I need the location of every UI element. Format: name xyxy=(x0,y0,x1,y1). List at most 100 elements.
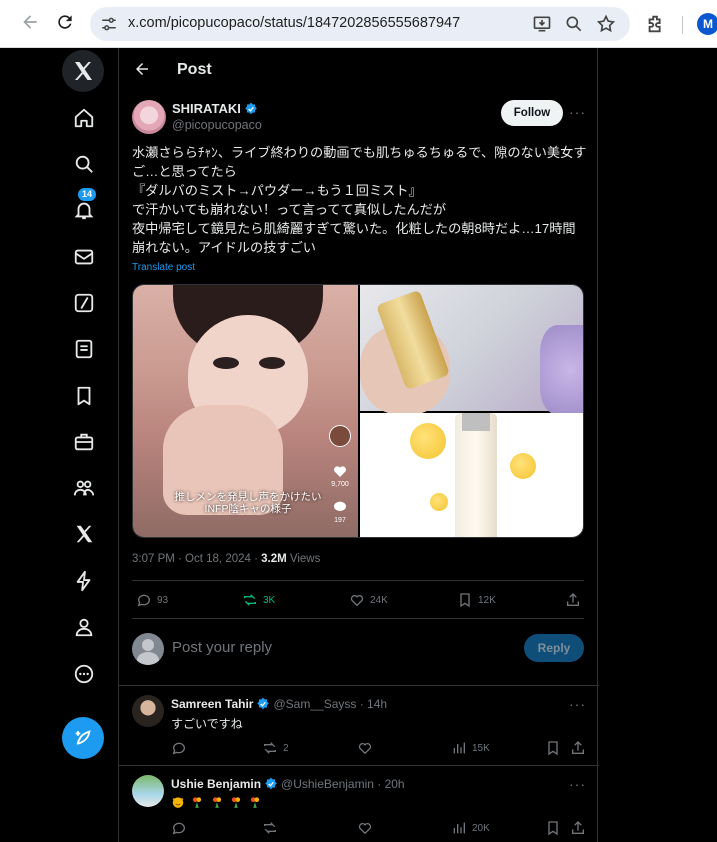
notifications-bell-icon[interactable]: 14 xyxy=(56,188,112,230)
jobs-briefcase-icon[interactable] xyxy=(56,422,112,462)
bouquet-emoji-icon xyxy=(231,797,241,808)
grok-icon[interactable] xyxy=(56,283,112,323)
heart-icon xyxy=(350,594,364,607)
back-arrow-icon[interactable] xyxy=(133,60,151,78)
x-logo-icon[interactable] xyxy=(62,50,104,92)
repost-count: 2 xyxy=(283,742,289,754)
like-action[interactable] xyxy=(357,740,373,756)
commenter-handle-time[interactable]: @Sam__Sayss · 14h xyxy=(273,697,387,711)
views-action[interactable]: 15K xyxy=(451,740,490,756)
main-column: Post SHIRATAKI @picopucopaco Follow ··· … xyxy=(118,48,599,842)
left-sidebar: 14 xyxy=(56,48,112,842)
current-user-avatar xyxy=(132,633,164,665)
media-image-serum[interactable] xyxy=(360,413,583,537)
compose-post-button[interactable] xyxy=(62,717,104,759)
back-arrow-icon[interactable] xyxy=(18,12,42,36)
reload-icon[interactable] xyxy=(53,12,77,36)
reply-button[interactable]: Reply xyxy=(524,634,584,662)
bouquet-emoji-icon xyxy=(193,797,202,808)
profile-icon[interactable] xyxy=(56,607,112,647)
media-video-thumbnail[interactable]: 推しメンを発見し声をかけたい INFP陰キャの様子 9,700 197 xyxy=(133,285,358,537)
more-dots-icon[interactable]: ··· xyxy=(569,104,586,120)
repost-icon xyxy=(264,742,276,754)
explore-search-icon[interactable] xyxy=(56,144,112,184)
more-options-icon[interactable] xyxy=(56,654,112,694)
media-heart-icon xyxy=(329,463,351,481)
commenter-handle-time[interactable]: @UshieBenjamin · 20h xyxy=(281,777,405,791)
communities-icon[interactable] xyxy=(56,468,112,508)
share-icon xyxy=(567,593,579,606)
repost-icon xyxy=(244,594,256,606)
bouquet-emoji-icon xyxy=(212,797,221,808)
verified-orgs-bolt-icon[interactable] xyxy=(56,561,112,601)
media-comment-icon xyxy=(329,499,351,517)
bookmarks-icon[interactable] xyxy=(56,376,112,416)
author-name-row[interactable]: SHIRATAKI xyxy=(172,101,258,116)
more-dots-icon[interactable]: ··· xyxy=(569,696,586,712)
feather-plus-icon xyxy=(75,730,91,745)
commenter-name-row[interactable]: Ushie Benjamin @UshieBenjamin · 20h xyxy=(171,777,405,791)
premium-x-icon[interactable] xyxy=(56,514,112,554)
share-action[interactable] xyxy=(565,592,581,608)
media-photo xyxy=(540,325,583,415)
more-dots-icon[interactable]: ··· xyxy=(569,776,586,792)
reply-input[interactable]: Post your reply xyxy=(172,639,272,656)
views-action[interactable]: 20K xyxy=(451,820,490,836)
home-icon[interactable] xyxy=(56,98,112,138)
media-image-bottle[interactable] xyxy=(360,285,583,415)
bookmark-action[interactable] xyxy=(545,740,561,756)
messages-envelope-icon[interactable] xyxy=(56,237,112,277)
profile-avatar[interactable]: M xyxy=(697,13,717,35)
address-bar[interactable]: x.com/picopucopaco/status/18472028565556… xyxy=(90,7,630,41)
share-icon xyxy=(572,821,584,834)
bouquet-emoji-icon xyxy=(251,797,260,808)
lists-icon[interactable] xyxy=(56,329,112,369)
repost-action[interactable]: 2 xyxy=(262,740,289,756)
views-count: 20K xyxy=(472,822,490,834)
author-avatar[interactable] xyxy=(132,100,166,134)
follow-button[interactable]: Follow xyxy=(501,100,563,126)
avatar-placeholder xyxy=(137,652,159,665)
commenter-name-row[interactable]: Samreen Tahir @Sam__Sayss · 14h xyxy=(171,697,387,711)
url-text[interactable]: x.com/picopucopaco/status/18472028565556… xyxy=(128,15,460,31)
media-caption: 推しメンを発見し声をかけたい INFP陰キャの様子 xyxy=(174,491,322,515)
views-count: 3.2M xyxy=(261,553,287,565)
commenter-name[interactable]: Ushie Benjamin xyxy=(171,777,261,791)
post-media-grid[interactable]: 推しメンを発見し声をかけたい INFP陰キャの様子 9,700 197 xyxy=(132,284,584,538)
zoom-icon[interactable] xyxy=(564,14,584,34)
bookmark-count: 12K xyxy=(478,594,496,606)
media-photo xyxy=(462,413,490,431)
bookmark-star-icon[interactable] xyxy=(596,14,616,34)
post-timestamp[interactable]: 3:07 PM · Oct 18, 2024 · xyxy=(132,553,261,565)
commenter-name[interactable]: Samreen Tahir xyxy=(171,697,253,711)
commenter-avatar[interactable] xyxy=(132,695,164,727)
page-title: Post xyxy=(177,61,212,78)
bookmark-action[interactable]: 12K xyxy=(457,592,496,608)
bookmark-icon xyxy=(548,741,558,756)
share-action[interactable] xyxy=(570,820,586,836)
media-photo xyxy=(410,423,446,459)
commenter-avatar[interactable] xyxy=(132,775,164,807)
divider xyxy=(132,580,584,581)
repost-action[interactable] xyxy=(262,820,278,836)
post-meta: 3:07 PM · Oct 18, 2024 · 3.2M Views xyxy=(132,553,320,565)
like-action[interactable]: 24K xyxy=(349,592,388,608)
like-action[interactable] xyxy=(357,820,373,836)
reply-action[interactable]: 93 xyxy=(136,592,168,608)
share-action[interactable] xyxy=(570,740,586,756)
translate-post-link[interactable]: Translate post xyxy=(132,262,195,273)
bookmark-icon xyxy=(548,821,558,836)
site-settings-icon[interactable] xyxy=(100,15,118,33)
toolbar-separator xyxy=(682,16,683,34)
extensions-icon[interactable] xyxy=(645,13,667,35)
reply-action[interactable] xyxy=(171,820,187,836)
analytics-bars-icon xyxy=(453,822,465,834)
author-handle[interactable]: @picopucopaco xyxy=(172,118,262,132)
bookmark-action[interactable] xyxy=(545,820,561,836)
install-app-icon[interactable] xyxy=(532,14,552,34)
repost-action[interactable]: 3K xyxy=(242,592,275,608)
author-name[interactable]: SHIRATAKI xyxy=(172,101,241,116)
media-creator-avatar xyxy=(329,425,351,447)
reply-bubble-icon xyxy=(172,822,185,835)
reply-action[interactable] xyxy=(171,740,187,756)
